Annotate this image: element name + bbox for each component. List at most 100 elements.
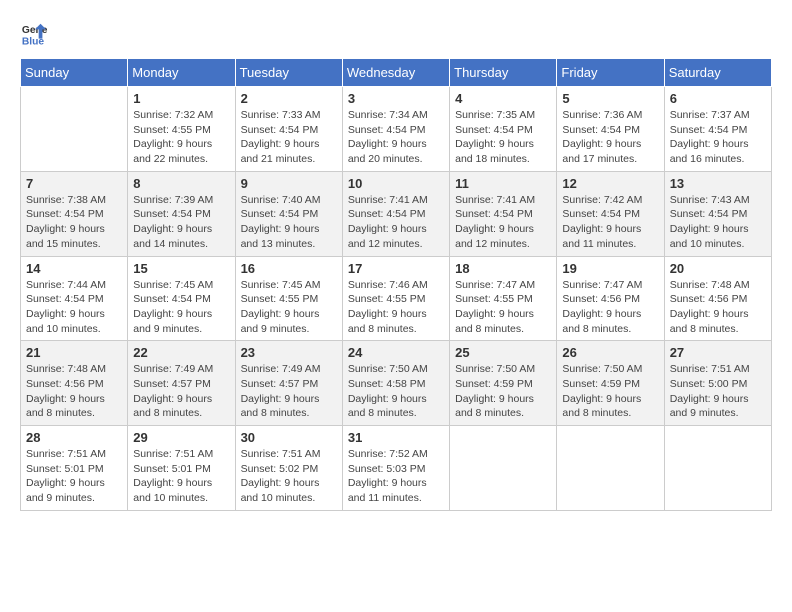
day-number: 12 [562, 176, 658, 191]
day-number: 2 [241, 91, 337, 106]
calendar-empty-cell [664, 426, 771, 511]
day-number: 25 [455, 345, 551, 360]
weekday-header-thursday: Thursday [450, 59, 557, 87]
day-number: 21 [26, 345, 122, 360]
day-info: Sunrise: 7:44 AM Sunset: 4:54 PM Dayligh… [26, 278, 122, 337]
day-number: 28 [26, 430, 122, 445]
day-number: 19 [562, 261, 658, 276]
day-info: Sunrise: 7:40 AM Sunset: 4:54 PM Dayligh… [241, 193, 337, 252]
calendar-week-row: 1Sunrise: 7:32 AM Sunset: 4:55 PM Daylig… [21, 87, 772, 172]
day-number: 22 [133, 345, 229, 360]
day-info: Sunrise: 7:35 AM Sunset: 4:54 PM Dayligh… [455, 108, 551, 167]
weekday-header-tuesday: Tuesday [235, 59, 342, 87]
day-info: Sunrise: 7:50 AM Sunset: 4:59 PM Dayligh… [562, 362, 658, 421]
day-number: 13 [670, 176, 766, 191]
day-number: 15 [133, 261, 229, 276]
calendar-day-6: 6 Sunrise: 7:37 AM Sunset: 4:54 PM Daylig… [664, 87, 771, 172]
calendar-day-7: 7Sunrise: 7:38 AM Sunset: 4:54 PM Daylig… [21, 171, 128, 256]
calendar-day-23: 23 Sunrise: 7:49 AM Sunset: 4:57 PM Dayli… [235, 341, 342, 426]
calendar-header: SundayMondayTuesdayWednesdayThursdayFrid… [21, 59, 772, 87]
calendar-day-25: 25 Sunrise: 7:50 AM Sunset: 4:59 PM Dayli… [450, 341, 557, 426]
calendar-day-31: 31 Sunrise: 7:52 AM Sunset: 5:03 PM Dayli… [342, 426, 449, 511]
day-info: Sunrise: 7:34 AM Sunset: 4:54 PM Dayligh… [348, 108, 444, 167]
svg-text:General: General [22, 25, 48, 36]
calendar-day-8: 8 Sunrise: 7:39 AM Sunset: 4:54 PM Daylig… [128, 171, 235, 256]
calendar-week-row: 7Sunrise: 7:38 AM Sunset: 4:54 PM Daylig… [21, 171, 772, 256]
calendar-empty-cell [557, 426, 664, 511]
day-number: 5 [562, 91, 658, 106]
calendar-day-29: 29 Sunrise: 7:51 AM Sunset: 5:01 PM Dayli… [128, 426, 235, 511]
calendar-day-9: 9 Sunrise: 7:40 AM Sunset: 4:54 PM Daylig… [235, 171, 342, 256]
calendar-day-12: 12 Sunrise: 7:42 AM Sunset: 4:54 PM Dayli… [557, 171, 664, 256]
day-info: Sunrise: 7:39 AM Sunset: 4:54 PM Dayligh… [133, 193, 229, 252]
day-info: Sunrise: 7:51 AM Sunset: 5:01 PM Dayligh… [133, 447, 229, 506]
day-number: 23 [241, 345, 337, 360]
calendar-day-21: 21Sunrise: 7:48 AM Sunset: 4:56 PM Dayli… [21, 341, 128, 426]
calendar-week-row: 14 Sunrise: 7:44 AM Sunset: 4:54 PM Dayli… [21, 256, 772, 341]
calendar-week-row: 21Sunrise: 7:48 AM Sunset: 4:56 PM Dayli… [21, 341, 772, 426]
day-number: 7 [26, 176, 122, 191]
calendar-day-14: 14 Sunrise: 7:44 AM Sunset: 4:54 PM Dayli… [21, 256, 128, 341]
day-info: Sunrise: 7:47 AM Sunset: 4:55 PM Dayligh… [455, 278, 551, 337]
day-info: Sunrise: 7:32 AM Sunset: 4:55 PM Dayligh… [133, 108, 229, 167]
day-info: Sunrise: 7:33 AM Sunset: 4:54 PM Dayligh… [241, 108, 337, 167]
calendar-day-16: 16 Sunrise: 7:45 AM Sunset: 4:55 PM Dayli… [235, 256, 342, 341]
weekday-header-friday: Friday [557, 59, 664, 87]
calendar-day-18: 18 Sunrise: 7:47 AM Sunset: 4:55 PM Dayli… [450, 256, 557, 341]
day-number: 20 [670, 261, 766, 276]
day-info: Sunrise: 7:42 AM Sunset: 4:54 PM Dayligh… [562, 193, 658, 252]
calendar-day-24: 24 Sunrise: 7:50 AM Sunset: 4:58 PM Dayli… [342, 341, 449, 426]
day-number: 17 [348, 261, 444, 276]
day-info: Sunrise: 7:48 AM Sunset: 4:56 PM Dayligh… [670, 278, 766, 337]
day-info: Sunrise: 7:46 AM Sunset: 4:55 PM Dayligh… [348, 278, 444, 337]
day-number: 26 [562, 345, 658, 360]
calendar-day-17: 17 Sunrise: 7:46 AM Sunset: 4:55 PM Dayli… [342, 256, 449, 341]
day-info: Sunrise: 7:49 AM Sunset: 4:57 PM Dayligh… [241, 362, 337, 421]
calendar-day-4: 4Sunrise: 7:35 AM Sunset: 4:54 PM Daylig… [450, 87, 557, 172]
day-info: Sunrise: 7:45 AM Sunset: 4:55 PM Dayligh… [241, 278, 337, 337]
calendar-day-26: 26 Sunrise: 7:50 AM Sunset: 4:59 PM Dayli… [557, 341, 664, 426]
day-number: 11 [455, 176, 551, 191]
calendar-day-1: 1Sunrise: 7:32 AM Sunset: 4:55 PM Daylig… [128, 87, 235, 172]
day-number: 29 [133, 430, 229, 445]
logo-icon: General Blue [20, 20, 48, 48]
day-info: Sunrise: 7:36 AM Sunset: 4:54 PM Dayligh… [562, 108, 658, 167]
day-info: Sunrise: 7:41 AM Sunset: 4:54 PM Dayligh… [348, 193, 444, 252]
day-number: 8 [133, 176, 229, 191]
day-info: Sunrise: 7:41 AM Sunset: 4:54 PM Dayligh… [455, 193, 551, 252]
day-number: 24 [348, 345, 444, 360]
calendar-table: SundayMondayTuesdayWednesdayThursdayFrid… [20, 58, 772, 511]
calendar-day-27: 27Sunrise: 7:51 AM Sunset: 5:00 PM Dayli… [664, 341, 771, 426]
day-number: 30 [241, 430, 337, 445]
day-info: Sunrise: 7:47 AM Sunset: 4:56 PM Dayligh… [562, 278, 658, 337]
calendar-body: 1Sunrise: 7:32 AM Sunset: 4:55 PM Daylig… [21, 87, 772, 511]
logo: General Blue [20, 20, 48, 48]
day-info: Sunrise: 7:51 AM Sunset: 5:02 PM Dayligh… [241, 447, 337, 506]
weekday-header-sunday: Sunday [21, 59, 128, 87]
calendar-day-28: 28Sunrise: 7:51 AM Sunset: 5:01 PM Dayli… [21, 426, 128, 511]
calendar-week-row: 28 Sunrise: 7:51 AM Sunset: 5:01 PM Dayli… [21, 426, 772, 511]
day-number: 31 [348, 430, 444, 445]
day-number: 16 [241, 261, 337, 276]
day-info: Sunrise: 7:37 AM Sunset: 4:54 PM Dayligh… [670, 108, 766, 167]
weekday-header-wednesday: Wednesday [342, 59, 449, 87]
calendar-day-13: 13 Sunrise: 7:43 AM Sunset: 4:54 PM Dayli… [664, 171, 771, 256]
day-number: 3 [348, 91, 444, 106]
calendar-day-3: 3 Sunrise: 7:34 AM Sunset: 4:54 PM Daylig… [342, 87, 449, 172]
calendar-empty-cell [21, 87, 128, 172]
calendar-empty-cell [450, 426, 557, 511]
day-info: Sunrise: 7:50 AM Sunset: 4:58 PM Dayligh… [348, 362, 444, 421]
day-number: 14 [26, 261, 122, 276]
day-info: Sunrise: 7:49 AM Sunset: 4:57 PM Dayligh… [133, 362, 229, 421]
day-number: 6 [670, 91, 766, 106]
weekday-header-row: SundayMondayTuesdayWednesdayThursdayFrid… [21, 59, 772, 87]
day-info: Sunrise: 7:45 AM Sunset: 4:54 PM Dayligh… [133, 278, 229, 337]
calendar-day-5: 5 Sunrise: 7:36 AM Sunset: 4:54 PM Daylig… [557, 87, 664, 172]
day-number: 18 [455, 261, 551, 276]
calendar-day-30: 30 Sunrise: 7:51 AM Sunset: 5:02 PM Dayli… [235, 426, 342, 511]
day-info: Sunrise: 7:52 AM Sunset: 5:03 PM Dayligh… [348, 447, 444, 506]
day-info: Sunrise: 7:43 AM Sunset: 4:54 PM Dayligh… [670, 193, 766, 252]
page-header: General Blue [20, 20, 772, 48]
day-info: Sunrise: 7:50 AM Sunset: 4:59 PM Dayligh… [455, 362, 551, 421]
day-number: 9 [241, 176, 337, 191]
